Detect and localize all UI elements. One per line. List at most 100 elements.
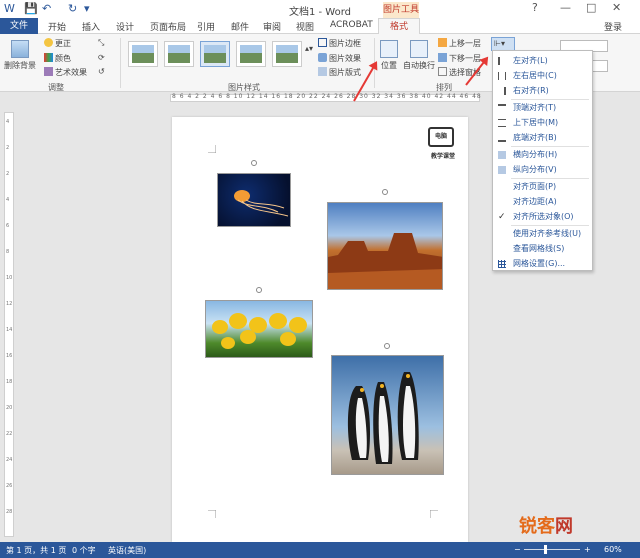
menu-item-align-to-page[interactable]: 对齐页面(P) (493, 180, 592, 194)
zoom-in-button[interactable]: + (584, 545, 591, 554)
send-backward-label: 下移一层 (449, 54, 481, 63)
menu-item-label: 底端对齐(B) (513, 133, 557, 142)
align-left-icon (498, 57, 506, 65)
menu-item-align-left[interactable]: 左对齐(L) (493, 54, 592, 68)
ruler-tick-label: 4 (6, 197, 10, 203)
zoom-level[interactable]: 60% (604, 545, 622, 554)
bring-forward-button[interactable]: 上移一层 (438, 38, 481, 49)
menu-item-align-bottom[interactable]: 底端对齐(B) (493, 131, 592, 145)
menu-item-distribute-vertically[interactable]: 纵向分布(V) (493, 163, 592, 177)
menu-item-align-center[interactable]: 左右居中(C) (493, 69, 592, 83)
document-page[interactable]: 电脑 教学课堂 (172, 117, 468, 542)
menu-item-align-top[interactable]: 顶端对齐(T) (493, 101, 592, 115)
separator (120, 38, 121, 88)
tab-format[interactable]: 格式 (378, 18, 420, 35)
picture-effects-button[interactable]: 图片效果 (318, 53, 361, 64)
menu-item-distribute-horizontally[interactable]: 横向分布(H) (493, 148, 592, 162)
tab-home[interactable]: 开始 (48, 20, 66, 33)
tab-view[interactable]: 视图 (296, 20, 314, 33)
menu-item-label: 对齐页面(P) (513, 182, 557, 191)
penguins-picture[interactable] (331, 355, 444, 475)
menu-separator (511, 225, 589, 226)
login-link[interactable]: 登录 (604, 20, 622, 33)
effects-icon (318, 53, 327, 62)
menu-item-label: 顶端对齐(T) (513, 103, 557, 112)
tab-acrobat[interactable]: ACROBAT (330, 20, 373, 30)
word-count[interactable]: 0 个字 (72, 545, 96, 556)
wrap-text-icon (410, 40, 428, 58)
menu-item-label: 左右居中(C) (513, 71, 557, 80)
minimize-button[interactable]: — (560, 1, 571, 14)
picture-effects-label: 图片效果 (329, 54, 361, 63)
gallery-scroll-icon[interactable]: ▴▾ (305, 44, 313, 53)
picture-style-2[interactable] (164, 41, 194, 67)
rotate-handle-icon[interactable] (384, 343, 390, 349)
corrections-label: 更正 (55, 39, 71, 48)
color-label: 颜色 (55, 54, 71, 63)
page-count[interactable]: 第 1 页，共 1 页 (6, 545, 66, 556)
ruler-tick-label: 18 (6, 379, 13, 385)
menu-item-view-gridlines[interactable]: 查看网格线(S) (493, 242, 592, 256)
picture-style-1[interactable] (128, 41, 158, 67)
tab-design[interactable]: 设计 (116, 20, 134, 33)
menu-item-align-selected-objects[interactable]: ✓ 对齐所选对象(O) (493, 210, 592, 224)
picture-style-3[interactable] (200, 41, 230, 67)
corrections-button[interactable]: 更正 (44, 38, 71, 49)
align-button[interactable]: ⊩▾ (491, 37, 515, 51)
logo-subtitle: 教学课堂 (430, 153, 455, 160)
reset-picture-icon[interactable]: ↺ (98, 67, 105, 76)
picture-style-5[interactable] (272, 41, 302, 67)
ruler-tick-label: 16 (6, 353, 13, 359)
jellyfish-picture[interactable] (217, 173, 291, 227)
tab-mailings[interactable]: 邮件 (231, 20, 249, 33)
menu-item-label: 对齐边距(A) (513, 197, 557, 206)
change-picture-icon[interactable]: ⟳ (98, 53, 105, 62)
tab-insert[interactable]: 插入 (82, 20, 100, 33)
distribute-vertical-icon (498, 166, 506, 174)
menu-item-label: 纵向分布(V) (513, 165, 557, 174)
rotate-handle-icon[interactable] (256, 287, 262, 293)
rotate-handle-icon[interactable] (251, 160, 257, 166)
restore-button[interactable]: □ (586, 1, 596, 14)
menu-item-grid-settings[interactable]: 网格设置(G)... (493, 257, 592, 271)
artistic-effects-label: 艺术效果 (55, 68, 87, 77)
menu-item-use-alignment-guides[interactable]: 使用对齐参考线(U) (493, 227, 592, 241)
menu-item-align-middle[interactable]: 上下居中(M) (493, 116, 592, 130)
tab-review[interactable]: 审阅 (263, 20, 281, 33)
ruler-tick-label: 14 (6, 327, 13, 333)
context-group-picture-tools: 图片工具 (383, 2, 419, 18)
watermark: 锐客网 (519, 512, 573, 538)
title-bar: W 💾 ↶ ↻ ▾ 文档1 - Word 图片工具 ? — □ ✕ (0, 0, 640, 18)
zoom-out-button[interactable]: − (514, 545, 521, 554)
status-bar: 第 1 页，共 1 页 0 个字 英语(美国) − + 60% (0, 542, 640, 558)
language-indicator[interactable]: 英语(美国) (108, 545, 146, 556)
artistic-effects-button[interactable]: 艺术效果 (44, 67, 87, 78)
align-middle-icon (498, 119, 506, 127)
picture-border-button[interactable]: 图片边框 (318, 38, 361, 49)
remove-background-button[interactable]: 删除背景 (4, 40, 36, 71)
desert-picture[interactable] (327, 202, 443, 290)
tulips-picture[interactable] (205, 300, 313, 358)
menu-item-label: 查看网格线(S) (513, 244, 565, 253)
menu-item-align-right[interactable]: 右对齐(R) (493, 84, 592, 98)
compress-icon[interactable]: ⤡ (98, 38, 104, 48)
tab-page-layout[interactable]: 页面布局 (150, 20, 186, 33)
close-button[interactable]: ✕ (612, 1, 621, 14)
picture-layout-button[interactable]: 图片版式 (318, 67, 361, 78)
ruler-tick-label: 4 (6, 119, 10, 125)
color-button[interactable]: 颜色 (44, 53, 71, 64)
wrap-text-button[interactable]: 自动换行 (402, 40, 436, 71)
rotate-handle-icon[interactable] (382, 189, 388, 195)
position-button[interactable]: 位置 (376, 40, 402, 71)
ruler-tick-label: 2 (6, 145, 10, 151)
menu-item-align-to-margin[interactable]: 对齐边距(A) (493, 195, 592, 209)
help-button[interactable]: ? (532, 1, 538, 14)
ruler-tick-label: 22 (6, 431, 13, 437)
tab-references[interactable]: 引用 (197, 20, 215, 33)
send-backward-button[interactable]: 下移一层 (438, 53, 481, 64)
picture-style-4[interactable] (236, 41, 266, 67)
zoom-slider-thumb[interactable] (544, 545, 547, 554)
zoom-slider[interactable] (524, 549, 580, 550)
tab-file[interactable]: 文件 (0, 18, 38, 34)
checkmark-icon: ✓ (498, 212, 506, 222)
